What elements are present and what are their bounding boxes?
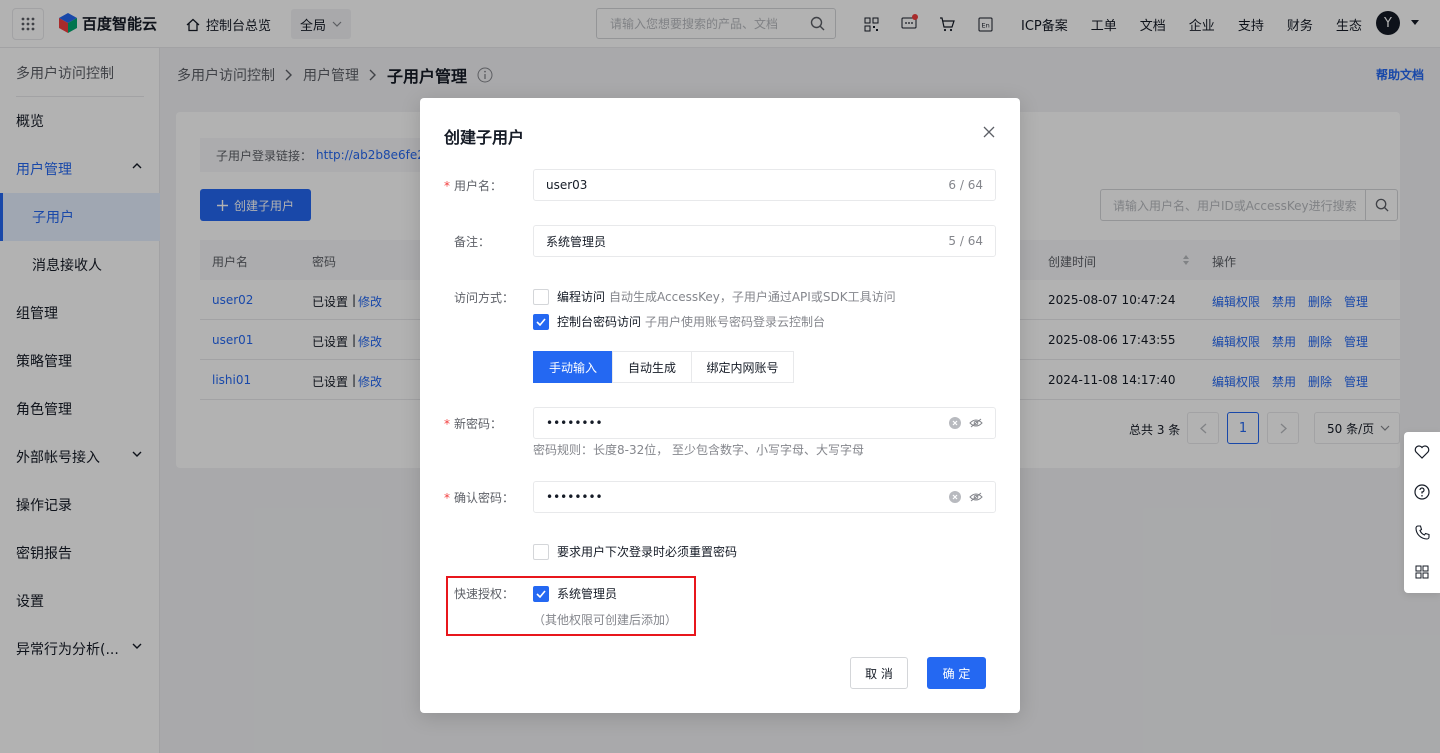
- new-password-value: ••••••••: [546, 416, 603, 430]
- username-label: * 用户名：: [444, 179, 503, 193]
- reset-password-checkbox[interactable]: 要求用户下次登录时必须重置密码: [533, 543, 737, 560]
- check-icon: [536, 589, 546, 598]
- new-password-input[interactable]: ••••••••: [533, 407, 996, 439]
- cancel-button[interactable]: 取 消: [850, 657, 908, 689]
- prog-access-checkbox[interactable]: 编程访问 自动生成AccessKey，子用户通过API或SDK工具访问: [533, 288, 896, 305]
- quick-admin-label: 系统管理员: [557, 587, 618, 601]
- prog-access-label: 编程访问: [557, 290, 606, 304]
- apps-icon[interactable]: [1404, 552, 1440, 592]
- reset-password-label: 要求用户下次登录时必须重置密码: [557, 545, 738, 559]
- remark-value: 系统管理员: [546, 234, 607, 249]
- clear-icon[interactable]: [949, 417, 961, 429]
- clear-icon[interactable]: [949, 491, 961, 503]
- username-value: user03: [546, 178, 588, 192]
- create-subuser-dialog: 创建子用户 * 用户名： user03 6 / 64 备注： 系统管理员 5 / …: [420, 98, 1020, 713]
- access-mode-label: 访问方式：: [454, 291, 515, 305]
- username-counter: 6 / 64: [948, 178, 983, 192]
- password-mode-tabs: 手动输入 自动生成 绑定内网账号: [533, 351, 794, 383]
- eye-off-icon[interactable]: [969, 418, 983, 428]
- password-rule: 密码规则：长度8-32位， 至少包含数字、小写字母、大写字母: [533, 443, 865, 457]
- check-icon: [536, 317, 546, 326]
- quick-admin-checkbox[interactable]: 系统管理员: [533, 585, 617, 602]
- quick-auth-label: 快速授权：: [454, 587, 515, 601]
- console-access-hint: 子用户使用账号密码登录云控制台: [645, 315, 826, 329]
- quick-auth-hint: （其他权限可创建后添加）: [533, 613, 678, 627]
- checkbox-box[interactable]: [533, 543, 549, 560]
- tab-bind-intranet[interactable]: 绑定内网账号: [691, 351, 794, 383]
- confirm-button[interactable]: 确 定: [927, 657, 986, 689]
- confirm-password-value: ••••••••: [546, 490, 603, 504]
- remark-input[interactable]: 系统管理员 5 / 64: [533, 225, 996, 257]
- confirm-password-input[interactable]: ••••••••: [533, 481, 996, 513]
- confirm-password-label: * 确认密码：: [444, 491, 515, 505]
- tab-manual-input[interactable]: 手动输入: [533, 351, 613, 383]
- tab-auto-generate[interactable]: 自动生成: [612, 351, 692, 383]
- checkbox-box[interactable]: [533, 313, 549, 330]
- close-icon[interactable]: [983, 126, 995, 138]
- new-password-label: * 新密码：: [444, 417, 503, 431]
- prog-access-hint: 自动生成AccessKey，子用户通过API或SDK工具访问: [609, 290, 896, 304]
- eye-off-icon[interactable]: [969, 492, 983, 502]
- phone-icon[interactable]: [1404, 512, 1440, 552]
- dialog-title: 创建子用户: [444, 128, 525, 147]
- favorite-icon[interactable]: [1404, 432, 1440, 472]
- username-input[interactable]: user03 6 / 64: [533, 169, 996, 201]
- console-access-label: 控制台密码访问: [557, 315, 642, 329]
- remark-label: 备注：: [454, 235, 491, 249]
- console-access-checkbox[interactable]: 控制台密码访问 子用户使用账号密码登录云控制台: [533, 313, 825, 330]
- floating-toolbar: [1404, 432, 1440, 593]
- help-icon[interactable]: [1404, 472, 1440, 512]
- checkbox-box[interactable]: [533, 585, 549, 602]
- remark-counter: 5 / 64: [948, 234, 983, 248]
- checkbox-box[interactable]: [533, 288, 549, 305]
